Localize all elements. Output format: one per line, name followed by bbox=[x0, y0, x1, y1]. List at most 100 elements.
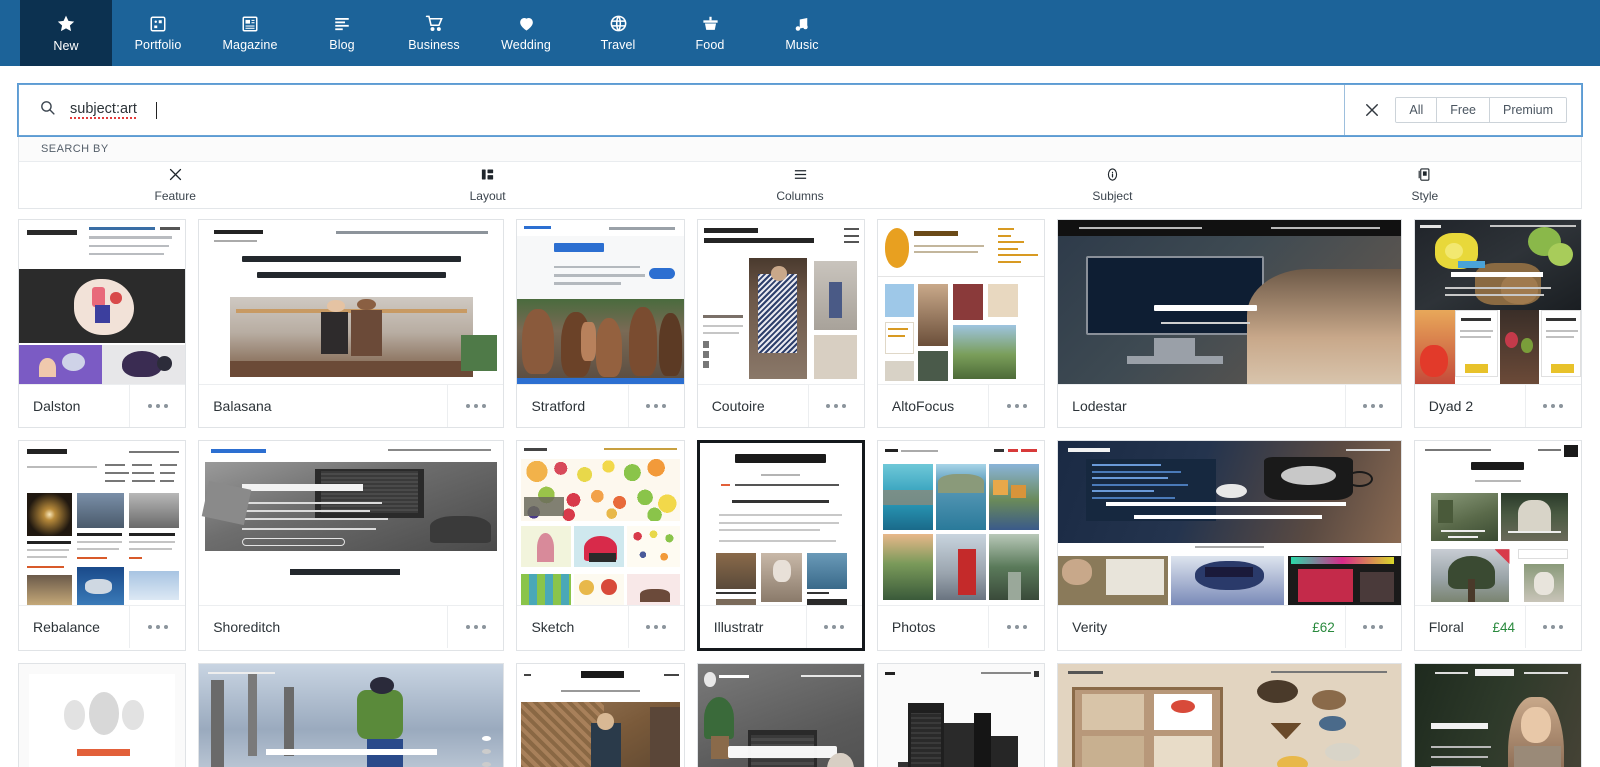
search-tools: All Free Premium bbox=[1345, 85, 1581, 135]
theme-card[interactable]: THEFOUR bbox=[696, 663, 865, 767]
theme-name: Photos bbox=[891, 619, 936, 635]
theme-card[interactable]: Lodestar bbox=[1057, 219, 1402, 428]
theme-preview[interactable] bbox=[199, 441, 504, 606]
nav-item-music[interactable]: Music bbox=[756, 0, 848, 66]
theme-card[interactable]: Floral £44 bbox=[1413, 440, 1582, 651]
theme-name: Floral bbox=[1428, 619, 1464, 635]
theme-preview[interactable] bbox=[517, 441, 684, 606]
theme-options-button[interactable] bbox=[1524, 385, 1581, 427]
tab-layout[interactable]: Layout bbox=[331, 162, 643, 208]
nav-item-label: Wedding bbox=[501, 38, 551, 52]
theme-name-row: Lodestar bbox=[1058, 385, 1401, 427]
tools-icon bbox=[168, 167, 183, 187]
theme-options-button[interactable] bbox=[129, 385, 185, 427]
theme-price: £44 bbox=[1492, 619, 1515, 635]
theme-options-button[interactable] bbox=[447, 606, 503, 648]
nav-item-blog[interactable]: Blog bbox=[296, 0, 388, 66]
theme-name-row: Verity £62 bbox=[1058, 606, 1401, 648]
nav-item-portfolio[interactable]: Portfolio bbox=[112, 0, 204, 66]
tab-columns[interactable]: Columns bbox=[644, 162, 956, 208]
theme-card[interactable]: Verity £62 bbox=[1057, 440, 1402, 651]
theme-preview[interactable] bbox=[877, 220, 1045, 385]
theme-options-button[interactable] bbox=[988, 606, 1044, 648]
theme-card[interactable]: Stratford bbox=[516, 219, 685, 428]
theme-preview[interactable] bbox=[1058, 441, 1401, 606]
theme-card[interactable]: Eris bbox=[876, 663, 1046, 767]
theme-preview[interactable] bbox=[697, 664, 864, 767]
search-input[interactable]: subject:art bbox=[19, 85, 1346, 135]
tab-label: Layout bbox=[469, 189, 506, 203]
nav-item-food[interactable]: Food bbox=[664, 0, 756, 66]
nav-item-magazine[interactable]: Magazine bbox=[204, 0, 296, 66]
theme-card[interactable]: Rebalance bbox=[18, 440, 187, 651]
nav-item-travel[interactable]: Travel bbox=[572, 0, 664, 66]
theme-preview[interactable] bbox=[877, 664, 1045, 767]
theme-preview[interactable] bbox=[19, 220, 186, 385]
theme-card[interactable]: Button 2 bbox=[18, 663, 187, 767]
theme-options-button[interactable] bbox=[988, 385, 1044, 427]
theme-card[interactable]: Dyad 2 bbox=[1413, 219, 1582, 428]
theme-name-row: Stratford bbox=[517, 385, 683, 427]
theme-card[interactable]: Photos bbox=[876, 440, 1046, 651]
theme-name: Shoreditch bbox=[213, 619, 281, 635]
theme-preview[interactable] bbox=[199, 664, 504, 767]
theme-card[interactable]: Illustratr bbox=[696, 440, 865, 651]
nav-item-wedding[interactable]: Wedding bbox=[480, 0, 572, 66]
theme-preview[interactable] bbox=[19, 664, 186, 767]
theme-name-row: Balasana bbox=[199, 385, 503, 427]
theme-options-button[interactable] bbox=[807, 385, 864, 427]
nav-item-label: New bbox=[53, 38, 79, 53]
theme-preview[interactable] bbox=[1414, 664, 1581, 767]
theme-card[interactable]: AltoFocus bbox=[876, 219, 1046, 428]
theme-preview[interactable] bbox=[697, 220, 864, 385]
tab-label: Columns bbox=[776, 189, 824, 203]
theme-name: Balasana bbox=[213, 398, 272, 414]
theme-card[interactable]: Coutoire bbox=[696, 219, 865, 428]
tab-style[interactable]: Style bbox=[1269, 162, 1581, 208]
theme-preview[interactable] bbox=[199, 220, 504, 385]
theme-preview[interactable] bbox=[1414, 220, 1581, 385]
search-by-tabs: Feature Layout Columns Subject Style bbox=[18, 161, 1582, 209]
theme-options-button[interactable] bbox=[805, 606, 862, 648]
theme-preview[interactable] bbox=[517, 220, 684, 385]
nav-item-label: Travel bbox=[600, 38, 636, 52]
theme-preview[interactable] bbox=[1058, 664, 1401, 767]
tab-subject[interactable]: Subject bbox=[956, 162, 1268, 208]
globe-icon bbox=[609, 14, 628, 33]
theme-preview[interactable] bbox=[19, 441, 186, 606]
theme-preview[interactable] bbox=[1058, 220, 1401, 385]
filter-free-button[interactable]: Free bbox=[1437, 98, 1490, 122]
theme-card[interactable]: Balasana bbox=[198, 219, 505, 428]
tab-feature[interactable]: Feature bbox=[19, 162, 331, 208]
theme-options-button[interactable] bbox=[627, 385, 684, 427]
theme-grid: Dalston Balasana Stratford Coutoire Alto… bbox=[0, 209, 1600, 767]
theme-card[interactable]: Shoreditch bbox=[198, 440, 505, 651]
filter-all-button[interactable]: All bbox=[1396, 98, 1438, 122]
theme-options-button[interactable] bbox=[1524, 606, 1581, 648]
theme-preview[interactable] bbox=[517, 664, 684, 767]
theme-card[interactable]: Dalston bbox=[18, 219, 187, 428]
nav-item-business[interactable]: Business bbox=[388, 0, 480, 66]
nav-item-new[interactable]: New bbox=[20, 0, 112, 66]
theme-card[interactable]: LUXURY bbox=[1413, 663, 1582, 767]
theme-preview[interactable] bbox=[1414, 441, 1581, 606]
theme-options-button[interactable] bbox=[627, 606, 684, 648]
tab-label: Subject bbox=[1092, 189, 1133, 203]
category-nav: New Portfolio Magazine Blog Business Wed… bbox=[0, 0, 1600, 66]
theme-card[interactable]: Sketch bbox=[516, 440, 685, 651]
theme-card[interactable]: Meanwhile Curiosities – Find, Shop, & Wa… bbox=[1057, 663, 1402, 767]
columns-icon bbox=[793, 167, 808, 187]
clear-search-button[interactable] bbox=[1363, 101, 1381, 119]
theme-preview[interactable] bbox=[699, 443, 862, 606]
theme-card[interactable]: Nikau bbox=[516, 663, 685, 767]
nav-item-label: Food bbox=[695, 38, 725, 52]
theme-options-button[interactable] bbox=[447, 385, 503, 427]
theme-card[interactable]: The Importance of Sports for Children bbox=[198, 663, 505, 767]
text-caret bbox=[155, 101, 157, 119]
theme-options-button[interactable] bbox=[1344, 385, 1401, 427]
theme-preview[interactable] bbox=[877, 441, 1045, 606]
filter-premium-button[interactable]: Premium bbox=[1489, 98, 1566, 122]
theme-options-button[interactable] bbox=[1344, 606, 1401, 648]
theme-options-button[interactable] bbox=[129, 606, 185, 648]
blog-icon bbox=[333, 15, 351, 33]
